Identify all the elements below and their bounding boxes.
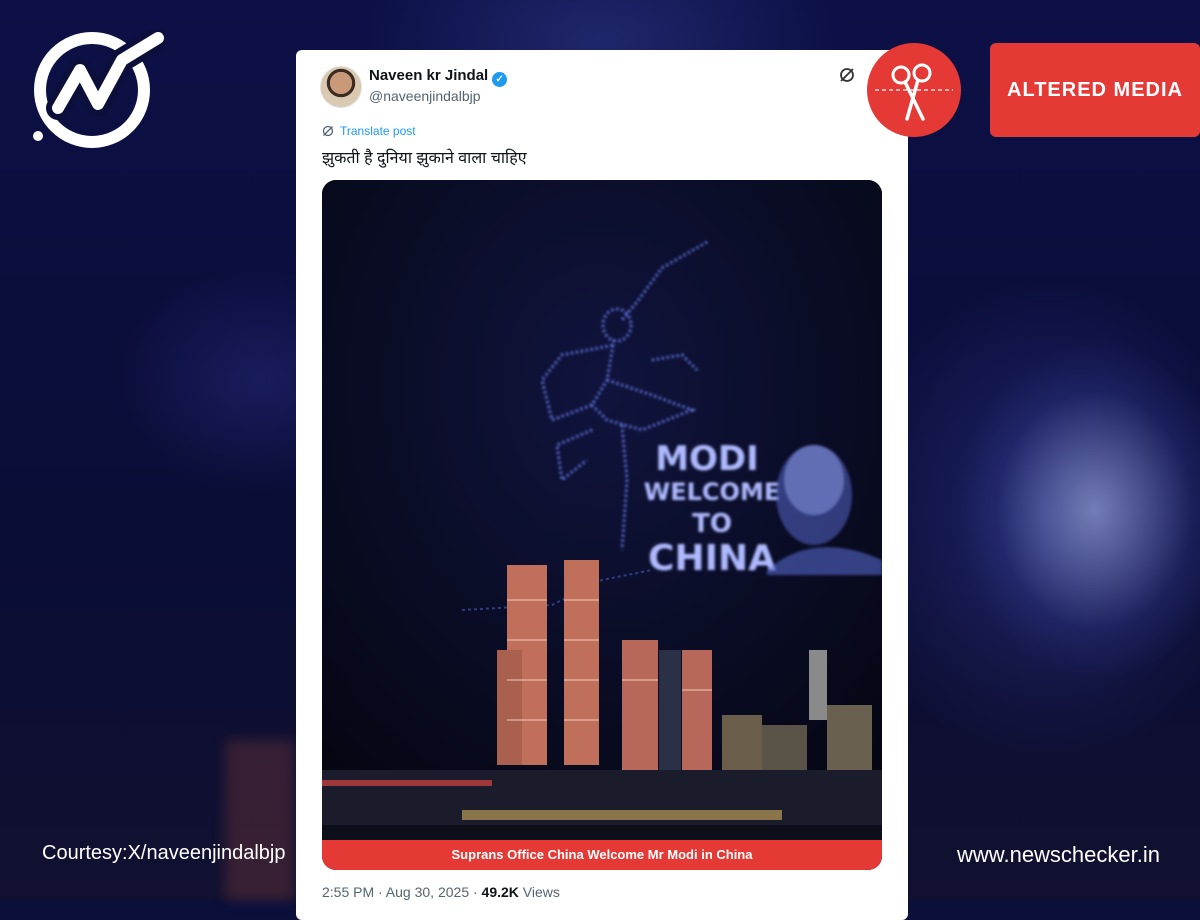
tweet-views-count: 49.2K: [481, 884, 519, 900]
tweet-media[interactable]: MODI WELCOME TO CHINA Suprans Office Chi…: [322, 180, 882, 870]
translate-link[interactable]: Translate post: [322, 124, 416, 138]
drone-text-line-3: TO: [692, 509, 732, 539]
background-tower: [225, 740, 295, 900]
tweet-meta: 2:55 PM · Aug 30, 2025 · 49.2K Views: [322, 884, 560, 900]
grok-icon[interactable]: [838, 66, 856, 84]
tweet-card: Naveen kr Jindal ✓ @naveenjindalbjp Trans…: [296, 50, 908, 920]
tweet-timestamp[interactable]: 2:55 PM · Aug 30, 2025 ·: [322, 884, 478, 900]
scissors-icon: [867, 43, 961, 137]
tweet-text: झुकती है दुनिया झुकाने वाला चाहिए: [322, 150, 527, 167]
site-url: www.newschecker.in: [957, 842, 1160, 867]
newschecker-logo-icon: [30, 26, 170, 150]
drone-text-line-4: CHINA: [648, 538, 776, 579]
translate-label: Translate post: [340, 124, 416, 138]
media-caption: Suprans Office China Welcome Mr Modi in …: [322, 840, 882, 870]
drone-show-image: MODI WELCOME TO CHINA: [322, 180, 882, 870]
verified-icon: ✓: [492, 72, 508, 87]
avatar[interactable]: [320, 66, 362, 108]
translate-icon: [322, 125, 334, 137]
drone-text-line-1: MODI: [655, 439, 759, 479]
courtesy-credit: Courtesy:X/naveenjindalbjp: [42, 842, 286, 864]
author-name-text: Naveen kr Jindal: [369, 67, 489, 84]
drone-text-line-2: WELCOME: [644, 478, 780, 506]
altered-media-badge: ALTERED MEDIA: [990, 43, 1200, 137]
author-handle[interactable]: @naveenjindalbjp: [369, 88, 481, 104]
tweet-views-label: Views: [522, 884, 560, 900]
author-name[interactable]: Naveen kr Jindal ✓: [369, 67, 508, 87]
